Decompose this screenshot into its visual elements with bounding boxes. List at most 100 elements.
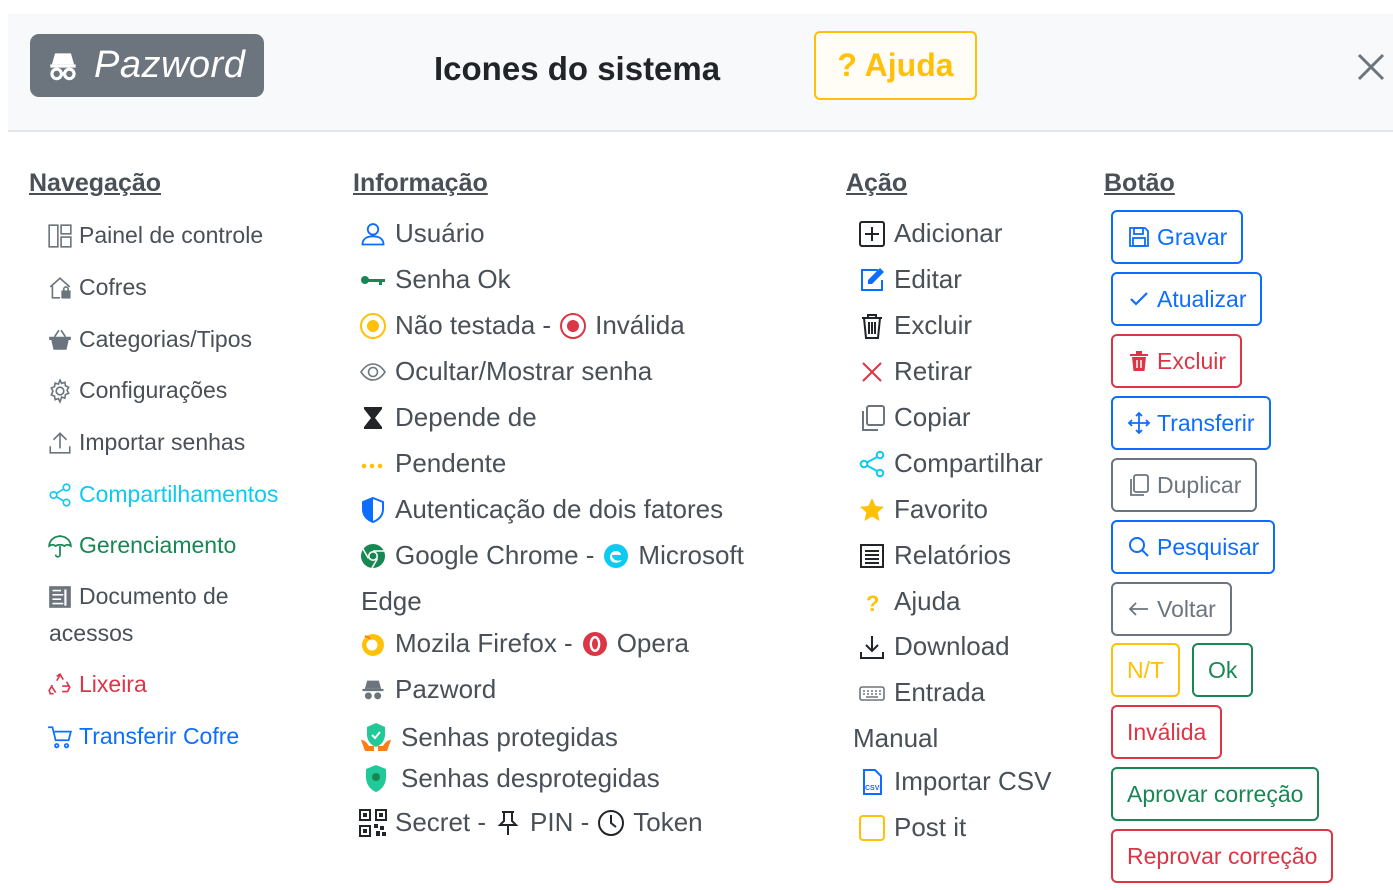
- nav-item-transferir-cofre[interactable]: Transferir Cofre: [47, 723, 239, 750]
- nav-item-label: Transferir Cofre: [79, 723, 240, 749]
- search-icon: [1127, 535, 1151, 559]
- column-title-acao: Ação: [846, 169, 908, 197]
- keyboard-icon: [858, 679, 886, 707]
- nav-item-documento-line2[interactable]: acessos: [49, 620, 133, 647]
- info-autenticacao: Autenticação de dois fatores: [359, 494, 723, 525]
- nav-item-lixeira[interactable]: Lixeira: [47, 671, 147, 698]
- info-label: PIN -: [530, 807, 590, 837]
- transferir-button[interactable]: Transferir: [1111, 396, 1271, 450]
- basket-icon: [47, 327, 73, 353]
- button-label: Gravar: [1157, 223, 1228, 250]
- save-icon: [1127, 225, 1151, 249]
- pencil-square-icon: [858, 266, 886, 294]
- layout-panels-icon: [47, 223, 73, 249]
- acao-favorito: Favorito: [858, 494, 988, 525]
- info-usuario: Usuário: [359, 218, 485, 249]
- button-label: Pesquisar: [1157, 533, 1260, 560]
- info-label: Usuário: [395, 218, 485, 248]
- edge-icon: [602, 542, 630, 570]
- info-desprotegidas: Senhas desprotegidas: [359, 763, 660, 794]
- trash-icon: [1127, 349, 1151, 373]
- gravar-button[interactable]: Gravar: [1111, 210, 1244, 264]
- nav-item-painel[interactable]: Painel de controle: [47, 222, 263, 249]
- nav-item-importar[interactable]: Importar senhas: [47, 429, 245, 456]
- document-list-icon: [47, 584, 73, 610]
- record-circle-red-icon: [559, 312, 587, 340]
- incognito-icon: [359, 676, 387, 704]
- atualizar-button[interactable]: Atualizar: [1111, 272, 1263, 326]
- nav-item-cofres[interactable]: Cofres: [47, 274, 147, 301]
- info-label: Inválida: [595, 310, 685, 340]
- column-title-botao: Botão: [1104, 169, 1175, 197]
- acao-relatorios: Relatórios: [858, 540, 1011, 571]
- ok-button[interactable]: Ok: [1192, 643, 1254, 697]
- info-label: Edge: [361, 586, 422, 616]
- acao-editar: Editar: [858, 264, 962, 295]
- info-label: Opera: [616, 628, 689, 658]
- info-label: Google Chrome -: [395, 540, 595, 570]
- incognito-icon: [44, 47, 82, 85]
- person-icon: [359, 220, 387, 248]
- info-label: Pazword: [395, 674, 497, 704]
- acao-label: Relatórios: [894, 540, 1012, 570]
- pesquisar-button[interactable]: Pesquisar: [1111, 520, 1276, 574]
- info-browsers-2: Mozila Firefox - Opera: [359, 628, 689, 659]
- nav-item-categorias[interactable]: Categorias/Tipos: [47, 326, 252, 353]
- nav-item-documento[interactable]: Documento de: [47, 583, 229, 610]
- info-senha-ok: Senha Ok: [359, 264, 511, 295]
- voltar-button[interactable]: Voltar: [1111, 582, 1232, 636]
- pin-icon: [494, 809, 522, 837]
- info-ocultar: Ocultar/Mostrar senha: [359, 356, 652, 387]
- nt-button[interactable]: N/T: [1111, 643, 1181, 697]
- acao-label: Copiar: [894, 402, 971, 432]
- info-label: Mozila Firefox -: [395, 628, 573, 658]
- button-label: Reprovar correção: [1127, 842, 1318, 869]
- aprovar-correcao-button[interactable]: Aprovar correção: [1111, 767, 1320, 821]
- acao-importar-csv: CSV Importar CSV: [858, 766, 1052, 797]
- opera-icon: [581, 630, 609, 658]
- clock-icon: [597, 809, 625, 837]
- nav-item-configuracoes[interactable]: Configurações: [47, 377, 227, 404]
- acao-compartilhar: Compartilhar: [858, 448, 1043, 479]
- acao-label: Editar: [894, 264, 962, 294]
- nav-item-label: Lixeira: [79, 671, 147, 697]
- check-icon: [1127, 287, 1151, 311]
- cart-icon: [47, 724, 73, 750]
- key-icon: [359, 266, 387, 294]
- button-label: Ok: [1208, 656, 1238, 683]
- acao-label: Importar CSV: [894, 766, 1052, 796]
- invalida-button[interactable]: Inválida: [1111, 705, 1223, 759]
- duplicar-button[interactable]: Duplicar: [1111, 458, 1258, 512]
- info-label: Secret -: [395, 807, 487, 837]
- acao-label: Entrada: [894, 677, 986, 707]
- recycle-icon: [47, 672, 73, 698]
- close-icon[interactable]: [1354, 50, 1388, 84]
- button-label: Transferir: [1157, 409, 1255, 436]
- firefox-icon: [359, 630, 387, 658]
- umbrella-icon: [47, 533, 73, 559]
- acao-label: Excluir: [894, 310, 973, 340]
- shield-half-icon: [359, 496, 387, 524]
- nav-item-compartilhamentos[interactable]: Compartilhamentos: [47, 481, 278, 508]
- share-icon: [858, 450, 886, 478]
- info-pendente: Pendente: [359, 448, 506, 479]
- button-label: Voltar: [1157, 595, 1216, 622]
- info-browsers-1-line2: Edge: [361, 586, 422, 617]
- acao-label: Post it: [894, 812, 967, 842]
- shield-hands-icon: [359, 720, 393, 754]
- acao-excluir: Excluir: [858, 310, 972, 341]
- square-icon: [858, 814, 886, 842]
- trash-icon: [858, 312, 886, 340]
- info-secret-pin-token: Secret - PIN - Token: [359, 807, 703, 838]
- acao-copiar: Copiar: [858, 402, 971, 433]
- column-title-informacao: Informação: [353, 169, 488, 197]
- info-label: Token: [633, 807, 703, 837]
- nav-item-gerenciamento[interactable]: Gerenciamento: [47, 532, 236, 559]
- modal-header: Pazword Icones do sistema ? Ajuda: [8, 14, 1393, 132]
- info-label: Depende de: [395, 402, 537, 432]
- acao-post-it: Post it: [858, 812, 966, 843]
- reprovar-correcao-button[interactable]: Reprovar correção: [1111, 829, 1334, 883]
- info-label: Senha Ok: [395, 264, 511, 294]
- excluir-button[interactable]: Excluir: [1111, 334, 1243, 388]
- help-button[interactable]: ? Ajuda: [814, 31, 977, 100]
